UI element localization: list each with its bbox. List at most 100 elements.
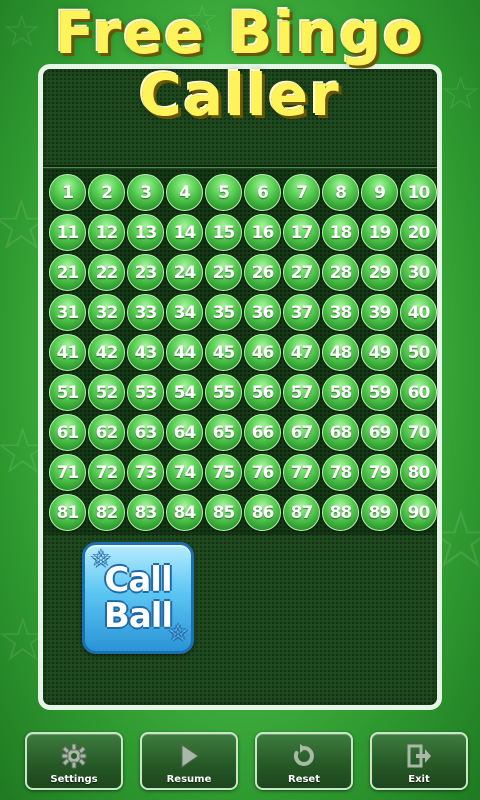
bingo-ball-61[interactable]: 61 [49, 414, 86, 451]
bingo-ball-79[interactable]: 79 [361, 454, 398, 491]
bingo-ball-80[interactable]: 80 [400, 454, 437, 491]
bingo-ball-5[interactable]: 5 [205, 174, 242, 211]
bingo-ball-34[interactable]: 34 [166, 294, 203, 331]
bingo-ball-89[interactable]: 89 [361, 494, 398, 531]
bingo-ball-86[interactable]: 86 [244, 494, 281, 531]
bingo-ball-88[interactable]: 88 [322, 494, 359, 531]
bingo-ball-21[interactable]: 21 [49, 254, 86, 291]
bingo-ball-33[interactable]: 33 [127, 294, 164, 331]
bingo-ball-12[interactable]: 12 [88, 214, 125, 251]
bingo-ball-32[interactable]: 32 [88, 294, 125, 331]
bingo-ball-29[interactable]: 29 [361, 254, 398, 291]
bingo-ball-69[interactable]: 69 [361, 414, 398, 451]
bingo-ball-37[interactable]: 37 [283, 294, 320, 331]
bingo-ball-28[interactable]: 28 [322, 254, 359, 291]
bingo-ball-67[interactable]: 67 [283, 414, 320, 451]
bingo-ball-87[interactable]: 87 [283, 494, 320, 531]
reset-icon [257, 742, 351, 770]
bingo-ball-62[interactable]: 62 [88, 414, 125, 451]
bingo-ball-17[interactable]: 17 [283, 214, 320, 251]
bingo-ball-35[interactable]: 35 [205, 294, 242, 331]
settings-button[interactable]: Settings [25, 732, 123, 790]
bingo-ball-65[interactable]: 65 [205, 414, 242, 451]
bingo-ball-54[interactable]: 54 [166, 374, 203, 411]
bingo-ball-72[interactable]: 72 [88, 454, 125, 491]
settings-label: Settings [50, 774, 98, 785]
bingo-ball-22[interactable]: 22 [88, 254, 125, 291]
bingo-ball-8[interactable]: 8 [322, 174, 359, 211]
bingo-ball-24[interactable]: 24 [166, 254, 203, 291]
bingo-ball-18[interactable]: 18 [322, 214, 359, 251]
bingo-ball-1[interactable]: 1 [49, 174, 86, 211]
bingo-ball-56[interactable]: 56 [244, 374, 281, 411]
bingo-ball-4[interactable]: 4 [166, 174, 203, 211]
bingo-ball-30[interactable]: 30 [400, 254, 437, 291]
bingo-ball-51[interactable]: 51 [49, 374, 86, 411]
reset-button[interactable]: Reset [255, 732, 353, 790]
bingo-ball-82[interactable]: 82 [88, 494, 125, 531]
bingo-ball-59[interactable]: 59 [361, 374, 398, 411]
exit-button[interactable]: Exit [370, 732, 468, 790]
bingo-ball-47[interactable]: 47 [283, 334, 320, 371]
bingo-ball-52[interactable]: 52 [88, 374, 125, 411]
bingo-ball-16[interactable]: 16 [244, 214, 281, 251]
bingo-ball-6[interactable]: 6 [244, 174, 281, 211]
bingo-ball-43[interactable]: 43 [127, 334, 164, 371]
bingo-ball-68[interactable]: 68 [322, 414, 359, 451]
resume-button[interactable]: Resume [140, 732, 238, 790]
bingo-ball-20[interactable]: 20 [400, 214, 437, 251]
bingo-ball-26[interactable]: 26 [244, 254, 281, 291]
bingo-ball-75[interactable]: 75 [205, 454, 242, 491]
bingo-ball-74[interactable]: 74 [166, 454, 203, 491]
bingo-ball-83[interactable]: 83 [127, 494, 164, 531]
bingo-ball-25[interactable]: 25 [205, 254, 242, 291]
bingo-ball-13[interactable]: 13 [127, 214, 164, 251]
bingo-ball-23[interactable]: 23 [127, 254, 164, 291]
bottom-toolbar: Settings Resume Reset Exit [0, 728, 480, 800]
bingo-ball-53[interactable]: 53 [127, 374, 164, 411]
bingo-ball-36[interactable]: 36 [244, 294, 281, 331]
bingo-ball-60[interactable]: 60 [400, 374, 437, 411]
bingo-ball-10[interactable]: 10 [400, 174, 437, 211]
bingo-ball-57[interactable]: 57 [283, 374, 320, 411]
resume-label: Resume [166, 774, 212, 785]
bingo-ball-19[interactable]: 19 [361, 214, 398, 251]
bingo-ball-76[interactable]: 76 [244, 454, 281, 491]
bingo-ball-45[interactable]: 45 [205, 334, 242, 371]
bingo-ball-84[interactable]: 84 [166, 494, 203, 531]
bingo-ball-50[interactable]: 50 [400, 334, 437, 371]
bingo-ball-3[interactable]: 3 [127, 174, 164, 211]
bingo-ball-49[interactable]: 49 [361, 334, 398, 371]
bingo-ball-66[interactable]: 66 [244, 414, 281, 451]
bingo-ball-55[interactable]: 55 [205, 374, 242, 411]
bingo-ball-31[interactable]: 31 [49, 294, 86, 331]
bingo-ball-9[interactable]: 9 [361, 174, 398, 211]
bingo-ball-48[interactable]: 48 [322, 334, 359, 371]
bingo-ball-27[interactable]: 27 [283, 254, 320, 291]
bingo-ball-38[interactable]: 38 [322, 294, 359, 331]
bingo-ball-15[interactable]: 15 [205, 214, 242, 251]
bingo-ball-63[interactable]: 63 [127, 414, 164, 451]
bingo-ball-71[interactable]: 71 [49, 454, 86, 491]
bingo-ball-39[interactable]: 39 [361, 294, 398, 331]
bingo-ball-42[interactable]: 42 [88, 334, 125, 371]
bingo-ball-78[interactable]: 78 [322, 454, 359, 491]
bingo-ball-40[interactable]: 40 [400, 294, 437, 331]
bingo-ball-7[interactable]: 7 [283, 174, 320, 211]
bingo-ball-73[interactable]: 73 [127, 454, 164, 491]
bingo-ball-81[interactable]: 81 [49, 494, 86, 531]
bingo-ball-64[interactable]: 64 [166, 414, 203, 451]
bingo-ball-44[interactable]: 44 [166, 334, 203, 371]
bingo-ball-2[interactable]: 2 [88, 174, 125, 211]
bingo-ball-90[interactable]: 90 [400, 494, 437, 531]
call-ball-button[interactable]: ☆ ☆ Call Ball [82, 542, 194, 654]
bingo-ball-85[interactable]: 85 [205, 494, 242, 531]
bingo-ball-11[interactable]: 11 [49, 214, 86, 251]
bingo-ball-41[interactable]: 41 [49, 334, 86, 371]
bingo-ball-46[interactable]: 46 [244, 334, 281, 371]
bingo-ball-58[interactable]: 58 [322, 374, 359, 411]
bingo-ball-77[interactable]: 77 [283, 454, 320, 491]
board-divider [43, 165, 437, 168]
bingo-ball-14[interactable]: 14 [166, 214, 203, 251]
bingo-ball-70[interactable]: 70 [400, 414, 437, 451]
